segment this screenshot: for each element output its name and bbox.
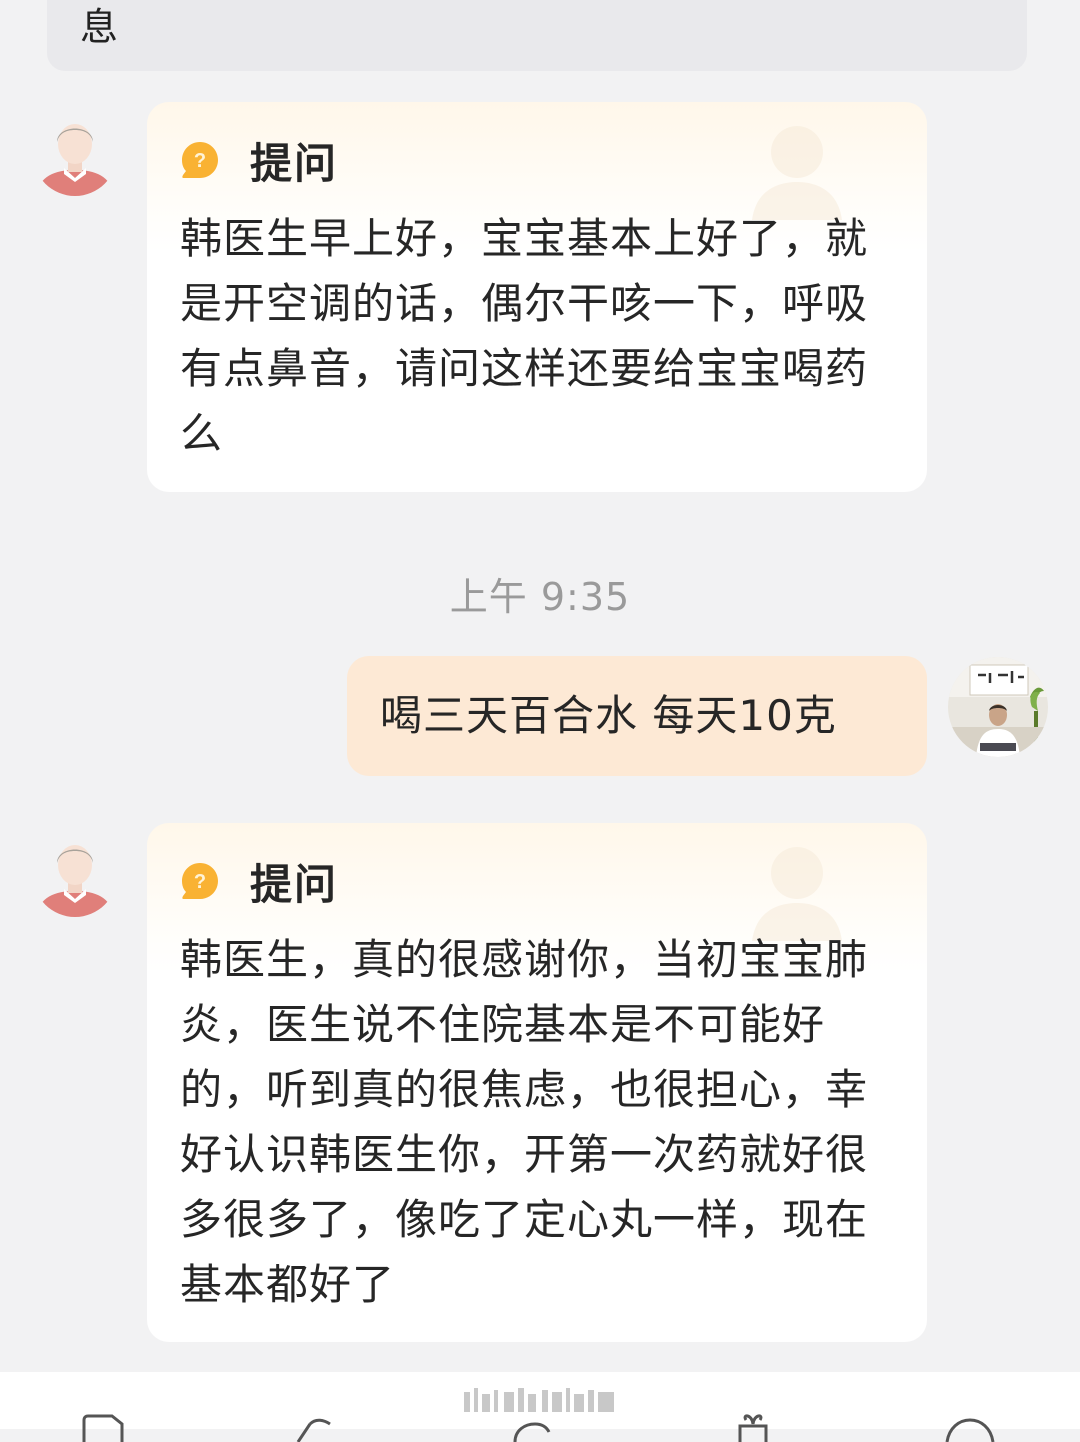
user-avatar-icon	[33, 112, 117, 196]
question-icon: ?	[182, 863, 218, 899]
gift-icon[interactable]	[728, 1412, 778, 1442]
svg-text:?: ?	[194, 871, 206, 893]
doctor-reply-text: 喝三天百合水 每天10克	[380, 691, 837, 740]
question-header: ? 提问	[180, 853, 338, 909]
user-avatar[interactable]	[33, 112, 117, 196]
doctor-reply-bubble[interactable]: 喝三天百合水 每天10克	[347, 656, 927, 776]
card-watermark-icon	[752, 126, 842, 220]
question-card[interactable]: ? 提问 韩医生，真的很感谢你，当初宝宝肺炎，医生说不住院基本是不可能好的，听到…	[147, 823, 927, 1342]
chat-area[interactable]: 息 ? 提问 韩医生早上好，宝宝基本上好了，就是开空调的话，偶尔干咳一下，呼吸有…	[0, 0, 1080, 1372]
question-label: 提问	[250, 859, 339, 909]
question-header: ? 提问	[180, 132, 338, 188]
question-card[interactable]: ? 提问 韩医生早上好，宝宝基本上好了，就是开空调的话，偶尔干咳一下，呼吸有点鼻…	[147, 102, 927, 492]
previous-message-bubble: 息	[47, 0, 1027, 71]
bottom-toolbar	[0, 1372, 1080, 1442]
svg-text:?: ?	[194, 150, 206, 172]
question-label: 提问	[250, 138, 339, 188]
message-timestamp: 上午 9:35	[449, 575, 631, 619]
question-text: 韩医生，真的很感谢你，当初宝宝肺炎，医生说不住院基本是不可能好的，听到真的很焦虑…	[180, 935, 869, 1309]
more-icon[interactable]	[945, 1412, 995, 1442]
doctor-avatar-photo	[948, 657, 1048, 757]
prescription-icon[interactable]	[290, 1412, 340, 1442]
doctor-avatar[interactable]	[948, 657, 1048, 757]
question-icon: ?	[182, 142, 218, 178]
previous-message-text: 息	[80, 5, 119, 49]
user-avatar[interactable]	[33, 833, 117, 917]
document-icon[interactable]	[78, 1412, 128, 1442]
card-watermark-icon	[752, 847, 842, 941]
user-avatar-icon	[33, 833, 117, 917]
question-text: 韩医生早上好，宝宝基本上好了，就是开空调的话，偶尔干咳一下，呼吸有点鼻音，请问这…	[180, 214, 869, 458]
image-watermark-icon	[464, 1388, 614, 1412]
medicine-icon[interactable]	[505, 1412, 555, 1442]
